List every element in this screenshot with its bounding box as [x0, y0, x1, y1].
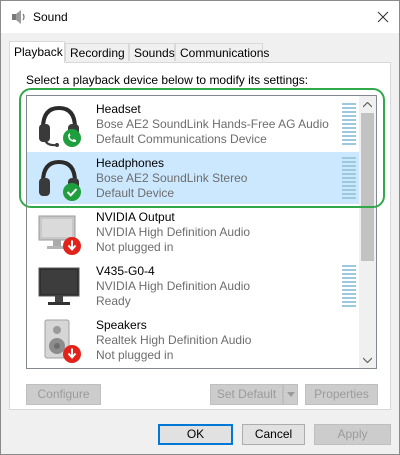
- device-name: Headphones: [96, 156, 165, 170]
- phone-badge-icon: [63, 129, 81, 147]
- apply-button[interactable]: Apply: [314, 424, 391, 445]
- check-badge-icon: [63, 183, 81, 201]
- sound-dialog: Sound Playback Recording Sounds Communic…: [0, 0, 400, 455]
- device-name: Speakers: [96, 318, 147, 332]
- headset-icon: [39, 105, 81, 147]
- unplugged-badge-icon: [63, 345, 81, 363]
- list-item-v435-g0-4[interactable]: V435-G0-4 NVIDIA High Definition Audio R…: [27, 260, 359, 312]
- device-driver: NVIDIA High Definition Audio: [96, 225, 251, 239]
- scroll-down-arrow[interactable]: [359, 351, 376, 368]
- playback-panel: Select a playback device below to modify…: [9, 62, 391, 410]
- list-item-speakers[interactable]: Speakers Realtek High Definition Audio N…: [27, 314, 359, 366]
- ok-button[interactable]: OK: [158, 424, 233, 445]
- title-bar[interactable]: Sound: [1, 1, 399, 33]
- device-list[interactable]: Headset Bose AE2 SoundLink Hands-Free AG…: [26, 95, 377, 369]
- device-status: Not plugged in: [96, 348, 174, 362]
- chevron-down-icon: [363, 357, 372, 363]
- scroll-up-arrow[interactable]: [359, 96, 376, 113]
- device-name: Headset: [96, 102, 141, 116]
- monitor-icon: [38, 215, 81, 255]
- list-item-headphones[interactable]: Headphones Bose AE2 SoundLink Stereo Def…: [27, 152, 359, 204]
- list-item-nvidia-output[interactable]: NVIDIA Output NVIDIA High Definition Aud…: [27, 206, 359, 258]
- device-driver: Bose AE2 SoundLink Stereo: [96, 171, 248, 185]
- configure-button[interactable]: Configure: [26, 384, 101, 405]
- instruction-text: Select a playback device below to modify…: [26, 73, 309, 87]
- properties-button[interactable]: Properties: [305, 384, 378, 405]
- monitor-icon: [38, 267, 80, 305]
- set-default-dropdown[interactable]: [283, 384, 298, 405]
- unplugged-badge-icon: [63, 237, 81, 255]
- vertical-scrollbar[interactable]: [359, 96, 376, 368]
- device-driver: Realtek High Definition Audio: [96, 333, 252, 347]
- device-driver: Bose AE2 SoundLink Hands-Free AG Audio: [96, 117, 329, 131]
- volume-meter: [342, 265, 356, 309]
- device-status: Default Device: [96, 186, 175, 200]
- device-driver: NVIDIA High Definition Audio: [96, 279, 251, 293]
- headphones-icon: [39, 159, 81, 201]
- set-default-button[interactable]: Set Default: [210, 384, 283, 405]
- window-title: Sound: [33, 10, 68, 24]
- device-status: Not plugged in: [96, 240, 174, 254]
- tab-communications[interactable]: Communications: [175, 43, 269, 61]
- close-icon: [377, 11, 389, 23]
- device-name: V435-G0-4: [96, 264, 155, 278]
- device-status: Default Communications Device: [96, 132, 267, 146]
- tab-sounds[interactable]: Sounds: [129, 43, 175, 61]
- chevron-up-icon: [363, 101, 372, 107]
- speaker-app-icon: [12, 10, 25, 24]
- tab-recording[interactable]: Recording: [65, 43, 129, 61]
- cancel-button[interactable]: Cancel: [242, 424, 305, 445]
- volume-meter: [342, 157, 356, 201]
- device-status: Ready: [96, 294, 131, 308]
- close-button[interactable]: [367, 1, 399, 33]
- tab-playback[interactable]: Playback: [9, 41, 65, 63]
- device-name: NVIDIA Output: [96, 210, 175, 224]
- chevron-down-icon: [286, 392, 295, 397]
- speaker-icon: [44, 319, 81, 363]
- volume-meter: [342, 103, 356, 147]
- list-item-headset[interactable]: Headset Bose AE2 SoundLink Hands-Free AG…: [27, 98, 359, 150]
- scrollbar-thumb[interactable]: [361, 113, 374, 261]
